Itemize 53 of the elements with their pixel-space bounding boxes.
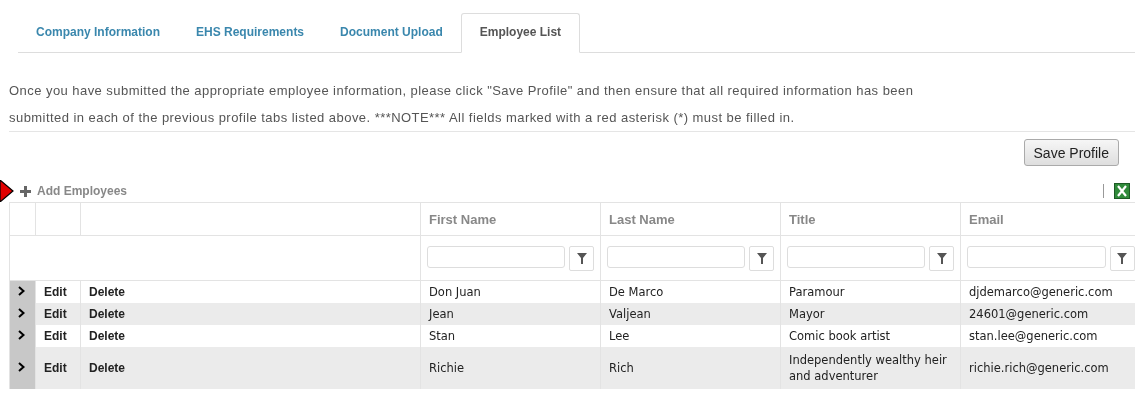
- delete-link[interactable]: Delete: [89, 361, 126, 375]
- filter-button[interactable]: [569, 245, 594, 271]
- pointer-icon: [0, 180, 14, 202]
- plus-icon: [20, 185, 31, 197]
- table-cell: Lee: [609, 329, 630, 343]
- edit-link[interactable]: Edit: [44, 285, 67, 299]
- column-header[interactable]: Title: [789, 211, 816, 227]
- expand-icon[interactable]: [18, 330, 25, 340]
- tab[interactable]: Company Information: [18, 14, 178, 52]
- table-cell: Valjean: [609, 307, 651, 321]
- table-cell: Richie: [429, 361, 465, 375]
- filter-button[interactable]: [929, 245, 954, 271]
- filter-field[interactable]: [787, 245, 925, 268]
- table-cell: Paramour: [789, 284, 845, 300]
- tab[interactable]: EHS Requirements: [178, 14, 323, 52]
- filter-button[interactable]: [749, 245, 774, 271]
- filter-field[interactable]: [427, 245, 565, 268]
- tab[interactable]: Employee List: [460, 13, 581, 53]
- filter-icon: [1117, 252, 1127, 264]
- delete-link[interactable]: Delete: [89, 307, 126, 321]
- filter-field[interactable]: [967, 245, 1106, 268]
- table-cell: Stan: [429, 329, 456, 343]
- filter-field[interactable]: [607, 245, 745, 268]
- table-cell: Comic book artist: [789, 328, 891, 344]
- table-cell: Jean: [429, 307, 454, 321]
- column-header[interactable]: First Name: [429, 211, 497, 227]
- filter-icon: [576, 252, 587, 264]
- delete-link[interactable]: Delete: [89, 285, 126, 299]
- filter-icon: [936, 252, 947, 264]
- expand-icon[interactable]: [18, 286, 25, 296]
- table-cell: 24601@generic.com: [969, 307, 1089, 321]
- table-cell: djdemarco@generic.com: [969, 285, 1113, 299]
- table-cell: Rich: [609, 361, 634, 375]
- table-cell: Mayor: [789, 306, 825, 322]
- table-cell: Don Juan: [429, 285, 481, 299]
- column-header[interactable]: Last Name: [609, 211, 675, 227]
- instructions-text: Once you have submitted the appropriate employee information, please click "Save Profile" and then ensure that all required information has been submitted in each of the previous profile tabs listed above. ***NOTE*** All fields marked with a red asterisk (*) must be filled in.: [9, 82, 915, 127]
- filter-button[interactable]: [1109, 245, 1135, 271]
- spreadsheet-export-icon[interactable]: [1114, 183, 1130, 199]
- add-employees-link[interactable]: Add Employees: [37, 184, 128, 198]
- save-profile-button[interactable]: Save Profile: [1023, 139, 1119, 166]
- column-header[interactable]: Email: [969, 211, 1004, 227]
- tab[interactable]: Document Upload: [322, 14, 461, 52]
- filter-icon: [756, 252, 767, 264]
- delete-link[interactable]: Delete: [89, 329, 126, 343]
- table-cell: stan.lee@generic.com: [969, 329, 1098, 343]
- expand-icon[interactable]: [18, 362, 25, 372]
- table-cell: De Marco: [609, 285, 664, 299]
- table-cell: richie.rich@generic.com: [969, 361, 1109, 375]
- expand-icon[interactable]: [18, 308, 25, 318]
- edit-link[interactable]: Edit: [44, 329, 67, 343]
- table-cell-text: Independently wealthy heir and adventurer: [789, 352, 948, 384]
- edit-link[interactable]: Edit: [44, 361, 67, 375]
